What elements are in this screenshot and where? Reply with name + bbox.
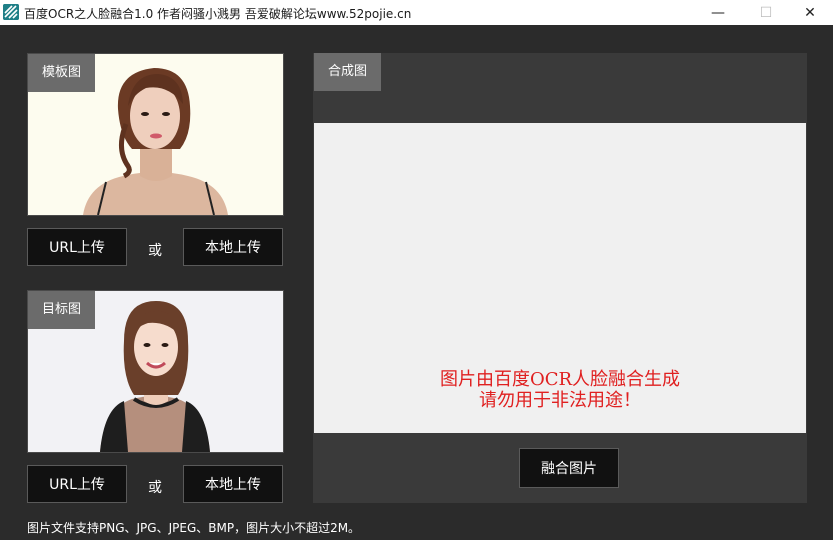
result-image-canvas: 图片由百度OCR人脸融合生成 请勿用于非法用途！ (314, 123, 806, 433)
minimize-icon[interactable]: — (695, 0, 741, 25)
tab-template-image: 模板图 (28, 54, 96, 92)
close-icon[interactable]: ✕ (787, 0, 833, 25)
tab-result-image: 合成图 (314, 53, 382, 91)
template-or-label: 或 (148, 243, 162, 259)
target-image-panel: 目标图 (27, 290, 284, 453)
maximize-icon[interactable]: ☐ (743, 0, 789, 25)
notice-text: 图片由百度OCR人脸融合生成 请勿用于非法用途！ (314, 369, 806, 411)
template-local-upload-button[interactable]: 本地上传 (183, 228, 283, 266)
window-title: 百度OCR之人脸融合1.0 作者闷骚小溅男 吾爱破解论坛www.52pojie.… (24, 7, 412, 21)
app-logo-icon (3, 4, 19, 20)
notice-line-1: 图片由百度OCR人脸融合生成 (439, 369, 681, 390)
template-url-upload-button[interactable]: URL上传 (27, 228, 127, 266)
template-image-panel: 模板图 (27, 53, 284, 216)
target-local-upload-button[interactable]: 本地上传 (183, 465, 283, 503)
notice-line-2: 请勿用于非法用途！ (479, 390, 641, 411)
result-image-panel: 合成图 图片由百度OCR人脸融合生成 请勿用于非法用途！ 融合图片 (313, 53, 807, 503)
target-or-label: 或 (148, 480, 162, 496)
target-url-upload-button[interactable]: URL上传 (27, 465, 127, 503)
title-bar: 百度OCR之人脸融合1.0 作者闷骚小溅男 吾爱破解论坛www.52pojie.… (0, 0, 833, 25)
merge-image-button[interactable]: 融合图片 (519, 448, 619, 488)
tab-target-image: 目标图 (28, 291, 96, 329)
file-support-note: 图片文件支持PNG、JPG、JPEG、BMP，图片大小不超过2M。 (27, 521, 361, 535)
